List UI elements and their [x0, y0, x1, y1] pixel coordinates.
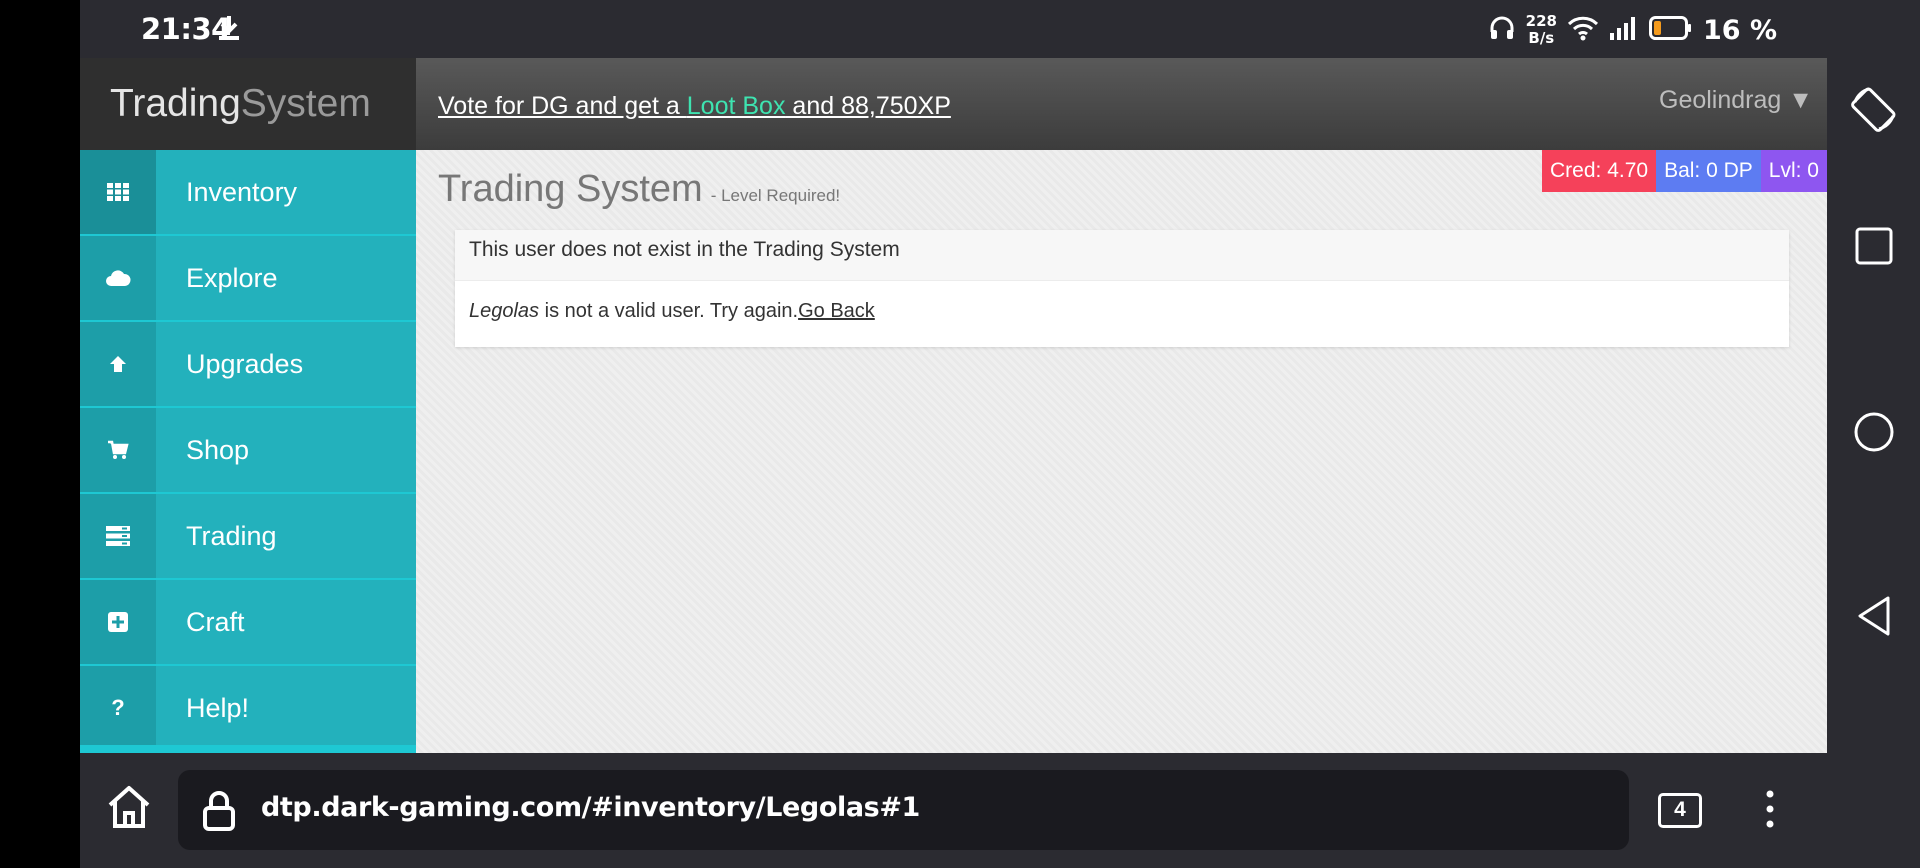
download-icon: [216, 14, 242, 47]
panel-body: Legolas is not a valid user. Try again.G…: [455, 281, 1789, 341]
grid-icon: [80, 150, 156, 234]
sidebar-item-label: Shop: [186, 434, 250, 465]
cart-icon: [80, 408, 156, 492]
web-page: Trading System Vote for DG and get a Loot…: [80, 58, 1827, 753]
more-menu-icon[interactable]: [1765, 789, 1775, 834]
plus-square-icon: [80, 580, 156, 664]
address-bar[interactable]: dtp.dark-gaming.com/#inventory/Legolas#1: [178, 770, 1629, 850]
battery-percent: 16 %: [1702, 14, 1777, 46]
home-nav-button[interactable]: [1852, 410, 1896, 459]
error-message: is not a valid user. Try again.: [539, 300, 799, 322]
sidebar-item-upgrades[interactable]: Upgrades: [80, 322, 416, 408]
battery-icon: [1648, 15, 1693, 46]
brand-part-system: System: [240, 82, 371, 125]
status-bar: 21:34 228 B/s 16 %: [80, 0, 1827, 58]
sidebar-item-inventory[interactable]: Inventory: [80, 150, 416, 236]
level-badge: Lvl: 0: [1760, 150, 1827, 192]
main-content: Cred: 4.70 Bal: 0 DP Lvl: 0 Trading Syst…: [416, 150, 1827, 753]
cred-badge: Cred: 4.70: [1542, 150, 1657, 192]
cloud-icon: [80, 236, 156, 320]
page-subtitle: - Level Required!: [710, 186, 841, 205]
device-bezel: [0, 0, 80, 868]
top-bar: Vote for DG and get a Loot Box and 88,75…: [416, 58, 1827, 150]
sidebar-item-label: Explore: [186, 262, 278, 293]
vote-loot-box: Loot Box: [686, 92, 786, 120]
sidebar-divider: [80, 745, 416, 753]
balance-badge: Bal: 0 DP: [1656, 150, 1761, 192]
phone-screen: 21:34 228 B/s 16 % Trading System Vote f…: [80, 0, 1827, 868]
sidebar-item-craft[interactable]: Craft: [80, 580, 416, 666]
server-icon: [80, 494, 156, 578]
username-text: Legolas: [469, 300, 540, 322]
signal-icon: [1609, 15, 1639, 46]
browser-bottom-bar: dtp.dark-gaming.com/#inventory/Legolas#1…: [80, 753, 1827, 868]
network-speed-unit: B/s: [1528, 29, 1555, 47]
panel-heading: This user does not exist in the Trading …: [455, 230, 1789, 281]
sidebar-item-label: Craft: [186, 606, 245, 637]
vote-prefix: Vote for DG and get a: [438, 92, 687, 120]
user-menu[interactable]: Geolindrag ▼: [1659, 86, 1813, 115]
rotate-screen-icon[interactable]: [1849, 84, 1899, 139]
sidebar-item-label: Upgrades: [186, 348, 304, 379]
brand-part-trading: Trading: [110, 82, 241, 125]
wifi-icon: [1567, 14, 1599, 47]
lock-icon[interactable]: [202, 790, 236, 837]
sidebar-item-shop[interactable]: Shop: [80, 408, 416, 494]
vote-suffix: and 88,750XP: [785, 92, 951, 120]
vote-link[interactable]: Vote for DG and get a Loot Box and 88,75…: [438, 92, 951, 121]
home-button[interactable]: [106, 785, 152, 834]
error-panel: This user does not exist in the Trading …: [455, 230, 1789, 347]
headphones-icon: [1488, 14, 1516, 47]
sidebar-item-help[interactable]: ? Help!: [80, 666, 416, 752]
status-icons: 228 B/s 16 %: [1488, 10, 1777, 50]
tab-switcher-button[interactable]: 4: [1658, 793, 1702, 828]
sidebar-item-label: Trading: [186, 520, 277, 551]
stats-badges: Cred: 4.70 Bal: 0 DP Lvl: 0: [1542, 150, 1827, 192]
back-nav-button[interactable]: [1854, 594, 1894, 643]
go-back-link[interactable]: Go Back: [798, 300, 875, 322]
sidebar-item-trading[interactable]: Trading: [80, 494, 416, 580]
page-title: Trading System - Level Required!: [438, 168, 840, 211]
network-speed-value: 228: [1525, 12, 1557, 30]
question-icon: ?: [80, 666, 156, 750]
url-text[interactable]: dtp.dark-gaming.com/#inventory/Legolas#1: [261, 792, 920, 823]
network-speed: 228 B/s: [1526, 13, 1557, 47]
arrow-up-icon: [80, 322, 156, 406]
recents-button[interactable]: [1854, 226, 1894, 271]
sidebar-item-label: Help!: [186, 692, 250, 723]
brand-logo[interactable]: Trading System: [80, 58, 416, 150]
sidebar-item-explore[interactable]: Explore: [80, 236, 416, 322]
system-nav-bar: [1827, 0, 1920, 868]
page-title-text: Trading System: [438, 168, 703, 210]
sidebar-item-label: Inventory: [186, 176, 298, 207]
sidebar: Inventory Explore Upgrades Shop Trading …: [80, 150, 416, 753]
